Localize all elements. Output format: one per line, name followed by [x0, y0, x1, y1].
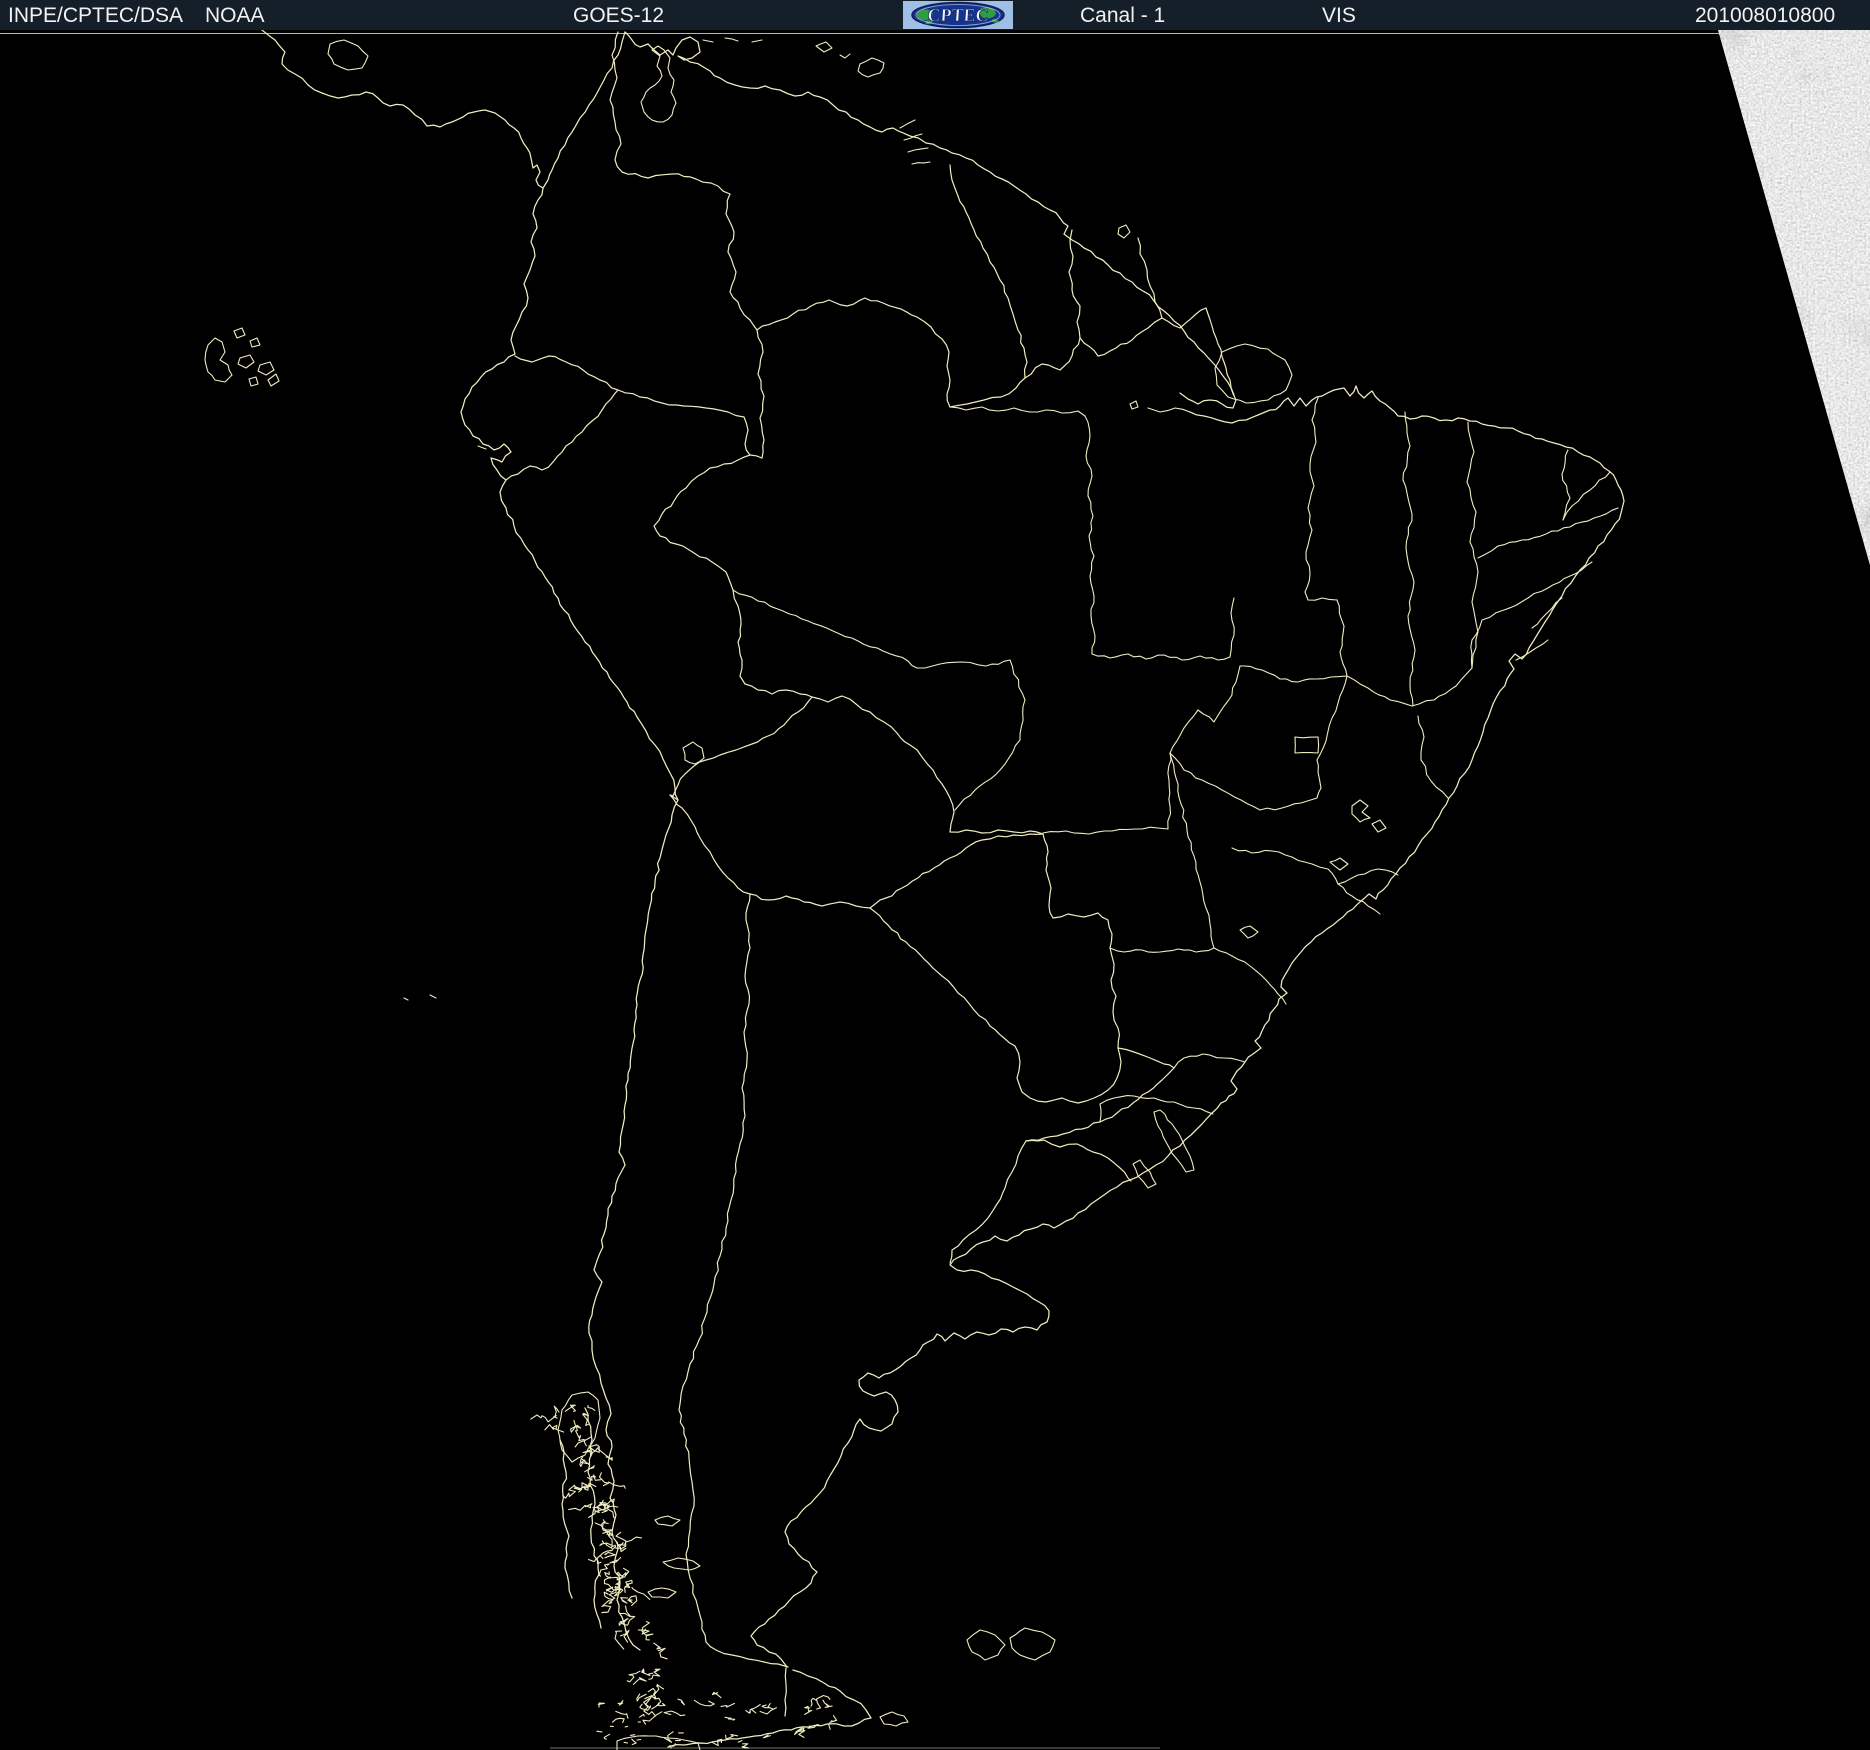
satellite-image-product: { "header": { "left_label": "INPE/CPTEC/…	[0, 0, 1870, 1750]
channel-label: Canal - 1	[1080, 4, 1166, 27]
cptec-logo: CPTEC	[903, 1, 1013, 29]
timestamp-label: 201008010800	[1695, 4, 1836, 27]
agency-label: NOAA	[205, 4, 265, 27]
source-label: INPE/CPTEC/DSA	[8, 4, 184, 27]
logo-text: CPTEC	[927, 5, 989, 25]
band-label: VIS	[1322, 4, 1356, 27]
space-background	[0, 30, 1870, 1750]
satellite-label: GOES-12	[573, 4, 665, 27]
title-bar: INPE/CPTEC/DSA NOAA GOES-12 Canal - 1 VI…	[0, 0, 1870, 30]
satellite-map	[0, 29, 1870, 1750]
